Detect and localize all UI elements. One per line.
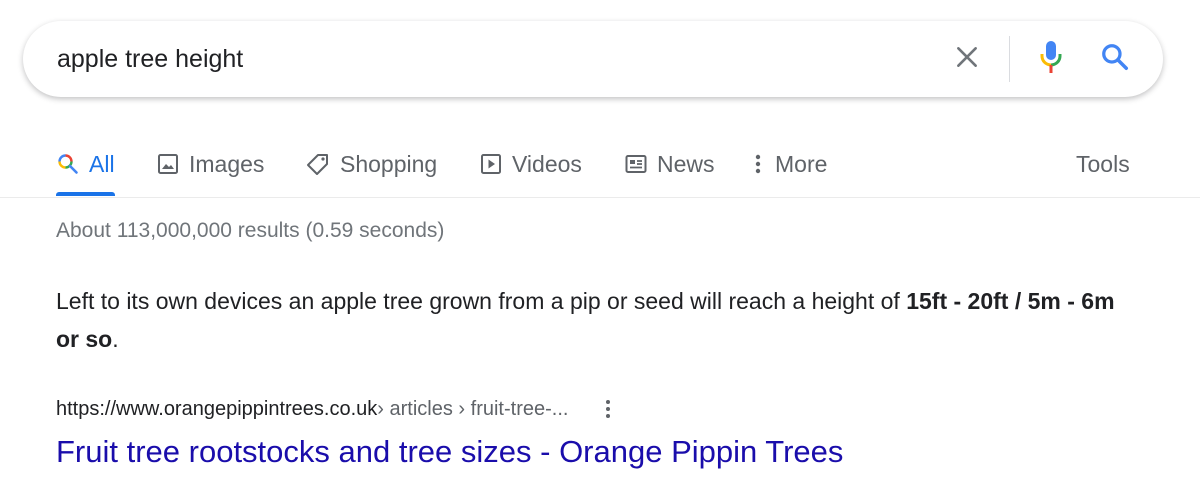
- tab-shopping[interactable]: Shopping: [305, 146, 437, 182]
- tab-label: All: [89, 150, 115, 177]
- clear-search-button[interactable]: [949, 41, 985, 77]
- tab-label: Images: [189, 150, 265, 177]
- tab-images[interactable]: Images: [156, 146, 264, 182]
- tools-label: Tools: [1076, 150, 1130, 177]
- kebab-icon: [606, 400, 611, 418]
- tab-more[interactable]: More: [750, 146, 827, 182]
- play-icon: [479, 152, 503, 176]
- kebab-icon: [750, 152, 766, 176]
- snippet-text: Left to its own devices an apple tree gr…: [56, 288, 907, 314]
- image-icon: [156, 152, 180, 176]
- tag-icon: [305, 152, 331, 176]
- cite-domain[interactable]: https://www.orangepippintrees.co.uk: [56, 398, 377, 421]
- search-box: [23, 21, 1163, 97]
- tab-label: Videos: [512, 150, 582, 177]
- result-menu-button[interactable]: [598, 395, 618, 423]
- tab-label: Shopping: [340, 150, 438, 177]
- tools-button[interactable]: Tools: [1076, 146, 1130, 182]
- search-tabs: All Images Shopping Videos News More Too…: [0, 130, 1200, 198]
- cite-path: › articles › fruit-tree-...: [377, 397, 569, 420]
- result-cite: https://www.orangepippintrees.co.uk › ar…: [56, 395, 618, 423]
- search-icon: [1100, 42, 1130, 77]
- tab-news[interactable]: News: [624, 146, 715, 182]
- tab-videos[interactable]: Videos: [479, 146, 582, 182]
- newspaper-icon: [624, 152, 648, 176]
- tab-label: More: [775, 150, 828, 177]
- search-icon: [56, 152, 80, 176]
- tab-label: News: [657, 150, 715, 177]
- active-tab-indicator: [56, 192, 115, 196]
- featured-snippet: Left to its own devices an apple tree gr…: [56, 282, 1136, 358]
- tab-all[interactable]: All: [56, 146, 115, 182]
- search-input[interactable]: [57, 43, 937, 75]
- tabs-divider: [0, 197, 1200, 198]
- result-stats: About 113,000,000 results (0.59 seconds): [56, 219, 445, 242]
- search-submit-button[interactable]: [1097, 41, 1133, 77]
- mic-icon: [1039, 39, 1063, 80]
- result-title-link[interactable]: Fruit tree rootstocks and tree sizes - O…: [56, 434, 843, 470]
- search-box-divider: [1009, 36, 1010, 82]
- voice-search-button[interactable]: [1033, 39, 1069, 79]
- snippet-end: .: [112, 326, 119, 352]
- close-icon: [954, 44, 980, 75]
